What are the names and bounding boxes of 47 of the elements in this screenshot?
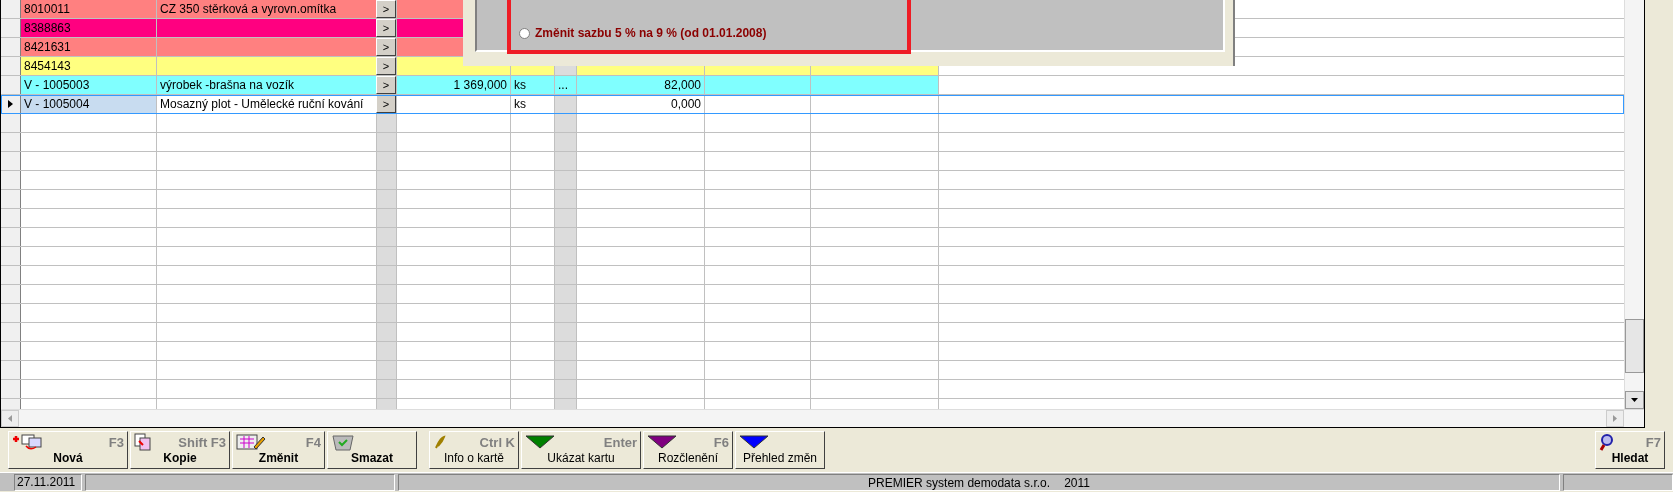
code-cell: 8454143 [21,57,157,75]
unit-cell: ks [511,95,555,113]
value-cell: 82,000 [577,76,705,94]
toolbar-button[interactable]: F4 Změnit [232,431,325,469]
status-company: PREMIER system demodata s.r.o. [868,475,1051,490]
toolbar-button[interactable]: F6 Rozčlenění [643,431,733,469]
copy-table-icon [134,433,152,451]
horizontal-scrollbar[interactable] [1,409,1644,427]
grid-row[interactable]: V - 1005003 výrobek -brašna na vozík > 1 369,000 ks ... 82,000 [1,76,1624,95]
code-cell: 8421631 [21,38,157,56]
name-cell: výrobek -brašna na vozík > [157,76,397,94]
code-cell: V - 1005003 [21,76,157,94]
down-arrow-icon [1631,398,1638,402]
toolbar-button[interactable]: Přehled změn [735,431,825,469]
more-cell: ... [555,76,577,94]
pick-button[interactable]: > [376,0,396,18]
row-header[interactable] [1,95,21,113]
trash-bin-icon [331,433,355,451]
status-date: 27.11.2011 [17,475,76,489]
toolbar-button[interactable]: Shift F3 Kopie [130,431,230,469]
right-arrow-icon [1613,415,1617,422]
rate-option[interactable]: Změnit sazbu 5 % na 9 % (od 01.01.2008) [519,26,767,40]
table-pencil-icon [236,433,266,451]
pick-button[interactable]: > [376,57,396,75]
pick-button[interactable]: > [376,19,396,37]
scroll-thumb[interactable] [1625,319,1644,373]
more-cell [555,95,577,113]
status-year: 2011 [1064,475,1090,490]
grid-row[interactable]: V - 1005004 Mosazný plot - Umělecké ruční kování > ks 0,000 [1,95,1624,114]
unit-cell: ks [511,76,555,94]
code-cell: 8010011 [21,0,157,18]
quantity-cell: 1 369,000 [397,76,511,94]
search-button[interactable]: F7 Hledat [1595,431,1665,469]
toolbar-button[interactable]: Smazat [327,431,417,469]
code-cell: 8388863 [21,19,157,37]
left-arrow-icon [8,415,12,422]
name-cell: Mosazný plot - Umělecké ruční kování > [157,95,397,113]
code-cell: V - 1005004 [21,95,157,113]
pick-button[interactable]: > [376,76,396,94]
toolbar-button[interactable]: Enter Ukázat kartu [521,431,641,469]
toolbar-button[interactable]: F3 Nová [8,431,128,469]
toolbar-button[interactable]: Ctrl K Info o kartě [429,431,519,469]
vertical-scrollbar[interactable] [1624,0,1644,409]
name-cell: CZ 350 stěrková a vyrovn.omítka > [157,0,397,18]
pick-button[interactable]: > [376,38,396,56]
pick-button[interactable]: > [376,95,396,113]
row-pointer-icon [8,100,13,108]
